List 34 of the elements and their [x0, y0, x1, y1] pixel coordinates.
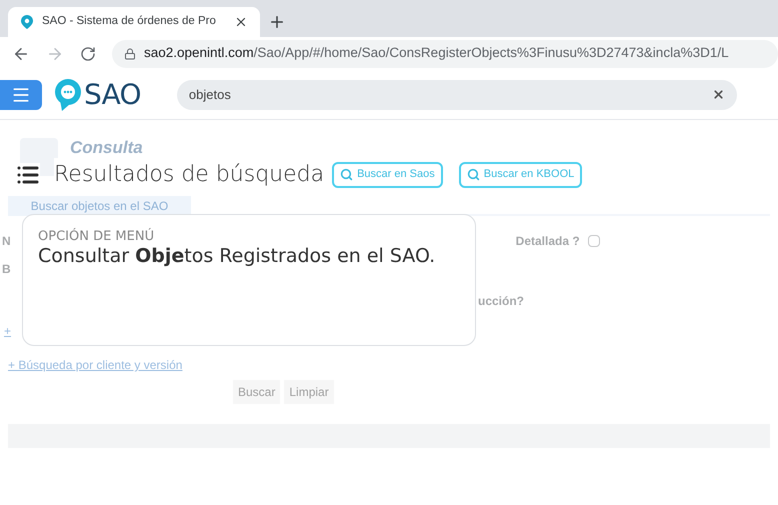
logo-text: SAO — [84, 76, 141, 112]
reload-icon[interactable] — [80, 46, 96, 62]
page-title: Consulta — [70, 138, 143, 158]
pin-icon — [20, 14, 34, 30]
detailed-checkbox[interactable] — [588, 235, 600, 247]
form-label: B — [2, 262, 11, 276]
form-tab[interactable]: Buscar objetos en el SAO — [8, 196, 191, 216]
browser-tab[interactable]: SAO - Sistema de órdenes de Pro — [8, 7, 260, 37]
card-category: OPCIÓN DE MENÚ — [38, 229, 156, 246]
search-source-button[interactable]: Buscar en Saos — [332, 162, 443, 188]
form-label: N — [2, 233, 11, 250]
form-link[interactable]: + — [4, 324, 12, 338]
url-text: sao2.openintl.com/Sao/App/#/home/Sao/ConsRegisterObjects%3Finusu%3D27473&incla%3D1/L — [144, 44, 729, 62]
question-text: ucción? — [478, 294, 524, 308]
search-input[interactable]: objetos — [188, 84, 712, 104]
chat-bubble-logo-icon — [54, 78, 82, 112]
search-field[interactable]: objetos — [176, 80, 737, 110]
menu-button[interactable] — [0, 80, 42, 110]
close-icon[interactable] — [234, 15, 248, 29]
tab-title: SAO - Sistema de órdenes de Pro — [42, 14, 217, 30]
form-button[interactable]: Buscar — [233, 380, 280, 404]
address-bar[interactable]: sao2.openintl.com/Sao/App/#/home/Sao/ConsRegisterObjects%3Finusu%3D27473&incla%3D1/L — [112, 40, 778, 68]
search-source-button[interactable]: Buscar en KBOOL — [458, 162, 582, 188]
card-text: Consultar Objetos Registrados en el SAO. — [38, 245, 436, 269]
list-icon — [16, 162, 40, 186]
client-version-link[interactable]: + Búsqueda por cliente y versión — [8, 358, 182, 372]
clear-icon[interactable] — [712, 88, 725, 101]
detailed-label: Detallada ? — [516, 233, 580, 250]
form-button[interactable]: Limpiar — [284, 380, 334, 404]
lock-icon — [124, 48, 136, 60]
new-tab-icon[interactable] — [268, 13, 286, 31]
menu-option-card[interactable]: OPCIÓN DE MENÚ Consultar Objetos Registrados en el SAO. — [22, 214, 476, 346]
search-icon — [340, 168, 354, 181]
search-icon — [466, 168, 480, 181]
